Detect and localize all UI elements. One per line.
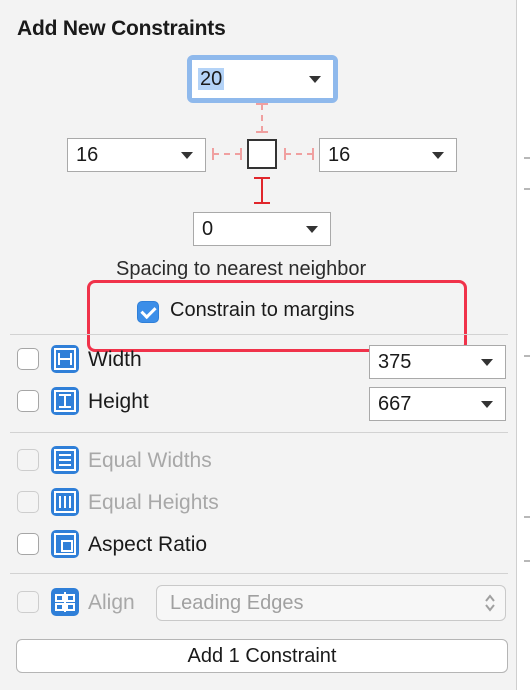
equal-heights-label: Equal Heights (88, 491, 219, 514)
width-value: 375 (378, 351, 412, 373)
width-checkbox[interactable] (17, 348, 39, 370)
edge-tick (524, 355, 530, 357)
panel-title: Add New Constraints (17, 17, 226, 40)
chevron-down-icon[interactable] (432, 152, 444, 159)
bottom-connector-cap (254, 202, 270, 204)
right-connector-dashed (285, 153, 313, 155)
align-label: Align (88, 591, 135, 614)
align-icon (51, 588, 79, 616)
left-connector-dashed (213, 153, 241, 155)
aspect-ratio-checkbox[interactable] (17, 533, 39, 555)
width-value-dropdown[interactable]: 375 (369, 345, 506, 379)
top-connector-dashed (261, 104, 263, 132)
right-spacing-dropdown[interactable]: 16 (319, 138, 457, 172)
equal-widths-checkbox[interactable] (17, 449, 39, 471)
height-checkbox[interactable] (17, 390, 39, 412)
height-icon (51, 387, 79, 415)
height-value: 667 (378, 393, 412, 415)
aspect-ratio-label: Aspect Ratio (88, 533, 208, 556)
right-spacing-value: 16 (328, 144, 351, 166)
width-label: Width (88, 348, 142, 371)
equal-widths-icon (51, 446, 79, 474)
annotation-highlight-box (87, 280, 467, 352)
canvas-edge (517, 0, 530, 690)
chevron-down-icon[interactable] (481, 401, 493, 408)
bottom-spacing-dropdown[interactable]: 0 (193, 212, 331, 246)
chevron-down-icon[interactable] (181, 152, 193, 159)
equal-heights-checkbox[interactable] (17, 491, 39, 513)
divider (10, 432, 508, 433)
edge-tick (524, 516, 530, 518)
align-edges-select[interactable]: Leading Edges (156, 585, 506, 621)
aspect-ratio-icon (51, 530, 79, 558)
divider (10, 334, 508, 335)
bottom-connector-solid[interactable] (261, 178, 263, 203)
chevron-down-icon[interactable] (309, 76, 321, 83)
left-spacing-value: 16 (76, 144, 99, 166)
top-spacing-value: 20 (198, 68, 225, 90)
add-constraint-button[interactable]: Add 1 Constraint (16, 639, 508, 673)
edge-tick (524, 560, 530, 562)
height-value-dropdown[interactable]: 667 (369, 387, 506, 421)
view-placeholder-box (247, 139, 277, 169)
width-icon (51, 345, 79, 373)
chevron-down-icon[interactable] (481, 359, 493, 366)
edge-tick (524, 188, 530, 190)
top-spacing-dropdown[interactable]: 20 (191, 59, 334, 99)
add-constraints-panel: Add New Constraints 20 16 16 0 Spacing t… (0, 0, 517, 690)
top-connector-cap (256, 131, 268, 133)
divider (10, 573, 508, 574)
spacing-caption: Spacing to nearest neighbor (116, 258, 367, 280)
edge-tick (524, 157, 530, 159)
left-spacing-dropdown[interactable]: 16 (67, 138, 206, 172)
align-checkbox[interactable] (17, 591, 39, 613)
height-label: Height (88, 390, 149, 413)
left-connector-cap (240, 148, 242, 160)
align-edges-value: Leading Edges (170, 592, 304, 614)
bottom-spacing-value: 0 (202, 218, 214, 240)
right-connector-cap (312, 148, 314, 160)
equal-heights-icon (51, 488, 79, 516)
up-down-arrows-icon (485, 594, 495, 612)
equal-widths-label: Equal Widths (88, 449, 212, 472)
chevron-down-icon[interactable] (306, 226, 318, 233)
